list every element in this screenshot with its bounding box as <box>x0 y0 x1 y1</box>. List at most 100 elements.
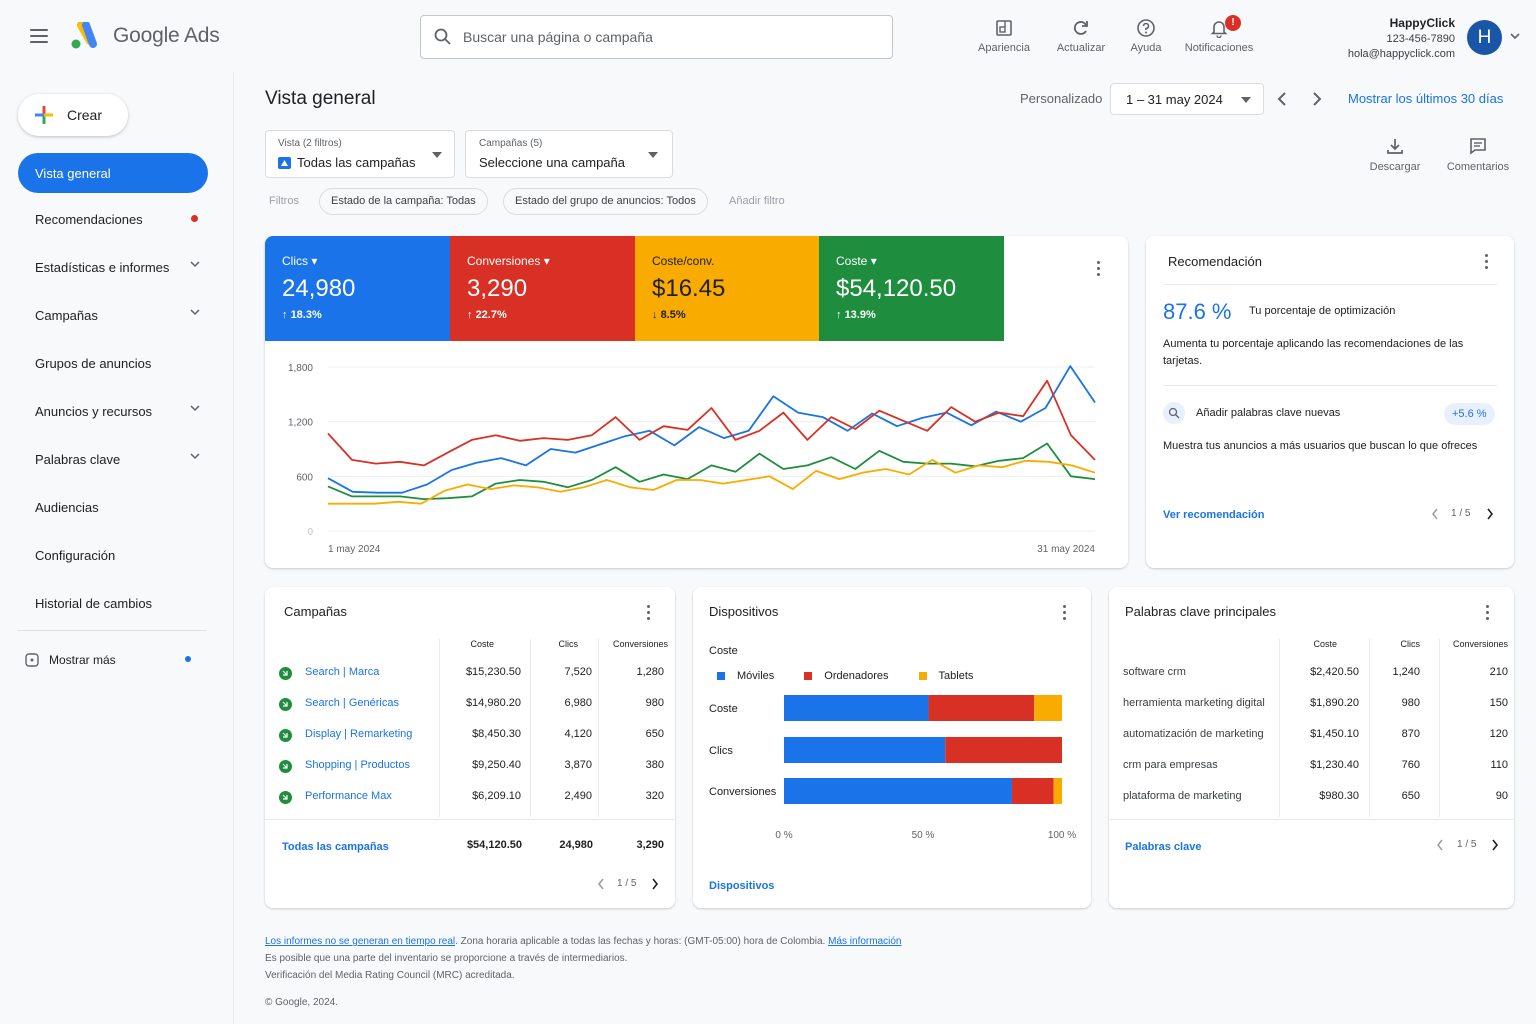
kpi-conversions[interactable]: Conversiones ▾ 3,290 ↑ 22.7% <box>450 236 635 341</box>
search-input[interactable] <box>463 26 883 48</box>
campaign-name-link[interactable]: Search | Genéricas <box>305 697 399 709</box>
chevron-right-icon[interactable] <box>651 878 659 890</box>
table-row[interactable]: Display | Remarketing $8,450.30 4,120 650 <box>265 728 675 748</box>
keyword-text[interactable]: herramienta marketing digital <box>1123 697 1265 709</box>
bar-segment-0[interactable] <box>784 695 929 721</box>
y-tick-label: 1,200 <box>288 418 313 429</box>
account-name: HappyClick <box>1389 16 1455 30</box>
bar-segment-2[interactable] <box>1034 695 1062 721</box>
menu-icon[interactable] <box>30 29 48 47</box>
filter-chip-campaign-status[interactable]: Estado de la campaña: Todas <box>319 188 488 215</box>
sidebar-item-ads-assets[interactable]: Anuncios y recursos <box>18 391 208 431</box>
bar-segment-1[interactable] <box>945 737 1062 763</box>
keyword-text[interactable]: software crm <box>1123 666 1186 678</box>
account-info[interactable]: HappyClick 123-456-7890 hola@happyclick.… <box>1348 16 1455 62</box>
comments-button[interactable]: Comentarios <box>1440 137 1516 173</box>
more-options-icon[interactable] <box>1063 605 1067 623</box>
cost-cell: $980.30 <box>1319 790 1359 802</box>
more-options-icon[interactable] <box>1485 254 1489 272</box>
kpi-cost[interactable]: Coste ▾ $54,120.50 ↑ 13.9% <box>819 236 1004 341</box>
chevron-left-icon[interactable] <box>1431 508 1439 520</box>
sidebar-item-keywords[interactable]: Palabras clave <box>18 439 208 479</box>
notifications-button[interactable]: Notificaciones ! <box>1177 15 1261 54</box>
more-options-icon[interactable] <box>1097 261 1101 279</box>
recommendation-item-title[interactable]: Añadir palabras clave nuevas <box>1196 407 1340 419</box>
more-options-icon[interactable] <box>1486 605 1490 623</box>
column-header[interactable]: Conversiones <box>1439 639 1508 649</box>
last-30-days-link[interactable]: Mostrar los últimos 30 días <box>1348 91 1503 106</box>
campaign-name-link[interactable]: Search | Marca <box>305 666 379 678</box>
sidebar-item-insights-reports[interactable]: Estadísticas e informes <box>18 247 208 287</box>
column-header[interactable]: Coste <box>441 639 494 649</box>
sidebar-item-ad-groups[interactable]: Grupos de anuncios <box>18 343 208 383</box>
chevron-left-icon[interactable] <box>597 878 605 890</box>
chevron-left-icon[interactable] <box>1277 91 1287 107</box>
column-header[interactable]: Coste <box>1279 639 1337 649</box>
sidebar-item-campaigns[interactable]: Campañas <box>18 295 208 335</box>
help-button[interactable]: Ayuda <box>1104 18 1188 54</box>
keywords-link[interactable]: Palabras clave <box>1125 841 1201 853</box>
chevron-right-icon[interactable] <box>1486 508 1494 520</box>
show-more-button[interactable]: Mostrar más <box>25 650 205 670</box>
keyword-text[interactable]: crm para empresas <box>1123 759 1218 771</box>
column-header[interactable]: Conversiones <box>601 639 668 649</box>
appearance-button[interactable]: Apariencia <box>962 18 1046 54</box>
avatar[interactable]: H <box>1467 20 1502 55</box>
column-header[interactable]: Clics <box>1369 639 1421 649</box>
view-filter-select[interactable]: Vista (2 filtros) Todas las campañas <box>265 130 455 178</box>
keyword-text[interactable]: automatización de marketing <box>1123 728 1264 740</box>
bar-segment-0[interactable] <box>784 778 1012 804</box>
sidebar-item-audiences[interactable]: Audiencias <box>18 487 208 527</box>
chevron-right-icon[interactable] <box>1312 91 1322 107</box>
realtime-reports-link[interactable]: Los informes no se generan en tiempo rea… <box>265 936 455 947</box>
table-row[interactable]: automatización de marketing $1,450.10 870 1… <box>1109 728 1514 748</box>
kpi-clicks[interactable]: Clics ▾ 24,980 ↑ 18.3% <box>265 236 450 341</box>
kpi-cost-per-conv[interactable]: Coste/conv. $16.45 ↓ 8.5% <box>635 236 820 341</box>
table-row[interactable]: Search | Genéricas $14,980.20 6,980 980 <box>265 697 675 717</box>
cost-cell: $14,980.20 <box>465 697 521 709</box>
sidebar-item-settings[interactable]: Configuración <box>18 535 208 575</box>
bar-segment-1[interactable] <box>1011 778 1054 804</box>
sidebar-item-recommendations[interactable]: Recomendaciones <box>18 199 208 239</box>
chevron-right-icon[interactable] <box>1491 839 1499 851</box>
create-button[interactable]: Crear <box>18 94 128 136</box>
download-button[interactable]: Descargar <box>1365 137 1425 173</box>
keyword-text[interactable]: plataforma de marketing <box>1123 790 1242 802</box>
series-line-1[interactable] <box>327 379 1096 467</box>
table-row[interactable]: software crm $2,420.50 1,240 210 <box>1109 666 1514 686</box>
table-row[interactable]: crm para empresas $1,230.40 760 110 <box>1109 759 1514 779</box>
all-campaigns-link[interactable]: Todas las campañas <box>282 841 389 853</box>
footer-line-1: Los informes no se generan en tiempo rea… <box>265 933 1165 950</box>
chevron-left-icon[interactable] <box>1436 839 1444 851</box>
filter-chip-adgroup-status[interactable]: Estado del grupo de anuncios: Todos <box>503 188 708 215</box>
bar-segment-2[interactable] <box>1053 778 1062 804</box>
campaign-select[interactable]: Campañas (5) Seleccione una campaña <box>465 130 673 178</box>
series-line-0[interactable] <box>327 365 1096 494</box>
devices-link[interactable]: Dispositivos <box>709 880 774 892</box>
table-row[interactable]: herramienta marketing digital $1,890.20 98… <box>1109 697 1514 717</box>
campaign-name-link[interactable]: Display | Remarketing <box>305 728 412 740</box>
add-filter-button[interactable]: Añadir filtro <box>729 195 785 207</box>
series-line-3[interactable] <box>328 459 1096 505</box>
campaign-name-link[interactable]: Performance Max <box>305 790 392 802</box>
cost-cell: $8,450.30 <box>472 728 521 740</box>
table-row[interactable]: Shopping | Productos $9,250.40 3,870 380 <box>265 759 675 779</box>
table-row[interactable]: plataforma de marketing $980.30 650 90 <box>1109 790 1514 810</box>
table-row[interactable]: Search | Marca $15,230.50 7,520 1,280 <box>265 666 675 686</box>
sidebar-item-change-history[interactable]: Historial de cambios <box>18 583 208 623</box>
bar-segment-1[interactable] <box>928 695 1035 721</box>
column-header[interactable]: Clics <box>533 639 579 649</box>
clicks-cell: 760 <box>1401 759 1420 771</box>
pager: 1 / 5 <box>1457 839 1477 850</box>
campaign-name-link[interactable]: Shopping | Productos <box>305 759 410 771</box>
more-options-icon[interactable] <box>647 605 651 623</box>
date-range-select[interactable]: 1 – 31 may 2024 <box>1110 83 1264 115</box>
more-info-link[interactable]: Más información <box>828 936 901 947</box>
kpi-value: $54,120.50 <box>836 275 957 302</box>
sidebar-item-overview[interactable]: Vista general <box>18 153 208 193</box>
search-box[interactable] <box>420 15 893 59</box>
view-recommendation-link[interactable]: Ver recomendación <box>1163 509 1265 521</box>
bar-segment-0[interactable] <box>784 737 946 763</box>
table-row[interactable]: Performance Max $6,209.10 2,490 320 <box>265 790 675 810</box>
chevron-down-icon[interactable] <box>1510 33 1520 40</box>
